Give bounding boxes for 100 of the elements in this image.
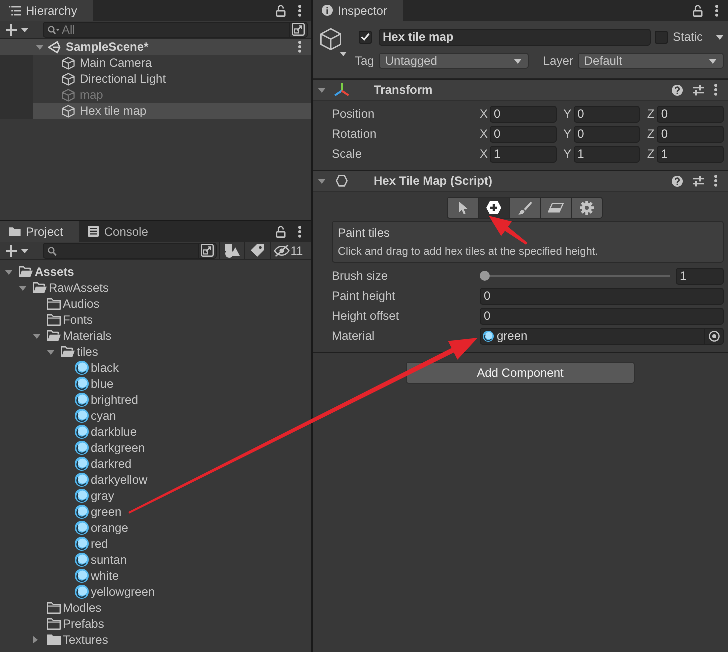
tree-item[interactable]: Materials [0,328,311,344]
more-options-icon[interactable] [298,41,302,53]
list-icon [9,6,21,16]
number-field[interactable]: 0 [574,106,640,122]
tree-item[interactable]: orange [0,520,311,536]
popout-button[interactable] [289,22,308,38]
tree-item[interactable]: yellowgreen [0,584,311,600]
tree-item[interactable]: darkgreen [0,440,311,456]
more-options-icon[interactable] [298,4,302,16]
more-options-icon[interactable] [298,226,302,238]
slider-thumb[interactable] [480,271,490,281]
lock-icon[interactable] [693,4,703,16]
number-field[interactable]: 0 [490,106,557,122]
tree-item[interactable]: Textures [0,632,311,648]
sphere-icon [75,569,89,583]
hierarchy-item[interactable]: Hex tile map [0,103,311,119]
number-field[interactable]: 0 [490,126,557,142]
object-picker-button[interactable] [704,328,723,344]
tree-item[interactable]: Fonts [0,312,311,328]
search-field[interactable] [43,242,198,258]
help-icon[interactable] [672,84,683,96]
active-checkbox[interactable] [359,30,372,44]
tag-dropdown[interactable]: Untagged [379,53,530,69]
tree-item[interactable]: darkred [0,456,311,472]
number-field[interactable]: 0 [657,126,724,142]
sphere-icon [75,489,89,503]
tree-item[interactable]: RawAssets [0,280,311,296]
search-field[interactable]: All [43,22,289,38]
tree-item[interactable]: white [0,568,311,584]
scene-item[interactable]: SampleScene* [0,39,311,55]
number-field[interactable]: 1 [657,146,724,162]
expand-arrow-icon[interactable] [19,286,27,290]
tree-item[interactable]: black [0,360,311,376]
panel-tab[interactable]: Inspector [313,0,404,21]
tree-item[interactable]: blue [0,376,311,392]
expand-arrow-icon[interactable] [33,636,38,644]
panel-tab[interactable]: Console [79,221,164,242]
tool-button[interactable] [571,197,603,219]
sliders-icon[interactable] [693,84,704,96]
number-field[interactable]: 0 [574,126,640,142]
lock-icon[interactable] [276,226,286,238]
name-field[interactable]: Hex tile map [379,28,651,46]
expand-arrow-icon[interactable] [318,88,326,92]
tree-item[interactable]: cyan [0,408,311,424]
property-label: Rotation [332,127,378,141]
number-field[interactable]: 0 [657,106,724,122]
hexagon-icon [336,175,348,187]
tree-item[interactable]: darkyellow [0,472,311,488]
layer-dropdown[interactable]: Default [578,53,724,69]
tree-item[interactable]: tiles [0,344,311,360]
tree-item[interactable]: darkblue [0,424,311,440]
number-field[interactable]: 1 [676,268,724,284]
expand-arrow-icon[interactable] [33,334,41,338]
number-field[interactable]: 0 [480,288,724,304]
tree-item[interactable]: red [0,536,311,552]
expand-arrow-icon[interactable] [318,178,326,184]
number-field[interactable]: 1 [490,146,557,162]
tool-button[interactable] [509,197,541,219]
sphere-icon [75,377,89,391]
more-options-icon[interactable] [715,4,719,16]
caret-icon[interactable] [716,34,724,40]
object-field[interactable]: green [480,328,724,344]
caret-icon [709,58,717,64]
tool-button[interactable] [447,197,479,219]
pointer-icon [458,201,468,215]
more-options-icon[interactable] [714,175,718,187]
cube-icon[interactable] [320,28,347,57]
create-button[interactable] [6,244,29,256]
cube-icon [62,104,75,118]
expand-arrow-icon[interactable] [47,350,55,354]
static-checkbox[interactable] [654,30,668,44]
popout-button[interactable] [198,242,217,258]
document-icon [88,226,100,237]
tree-item[interactable]: Audios [0,296,311,312]
tree-item[interactable]: Assets [0,264,311,280]
number-field[interactable]: 0 [480,308,724,324]
sliders-icon[interactable] [693,176,704,186]
expand-arrow-icon[interactable] [36,44,44,50]
help-icon[interactable] [672,176,683,186]
tree-item[interactable]: gray [0,488,311,504]
static-label: Static [672,30,703,44]
number-field[interactable]: 1 [574,146,640,162]
tree-item[interactable]: suntan [0,552,311,568]
panel-tab[interactable]: Hierarchy [0,0,94,21]
panel-tab[interactable]: Project [0,221,80,242]
property-label: Paint height [332,289,396,303]
tree-item[interactable]: green [0,504,311,520]
tree-item[interactable]: Modles [0,600,311,616]
tool-button[interactable] [540,197,572,219]
hidden-packages-button[interactable]: 11 [270,242,306,259]
lock-icon[interactable] [276,4,286,16]
tree-item[interactable]: Prefabs [0,616,311,632]
tool-button[interactable] [478,197,510,219]
check-icon [361,33,370,41]
create-button[interactable] [6,24,29,36]
tree-item[interactable]: brightred [0,392,311,408]
more-options-icon[interactable] [714,84,718,96]
add-component-button[interactable]: Add Component [406,362,635,384]
eraser-icon [548,203,564,213]
expand-arrow-icon[interactable] [5,270,13,274]
